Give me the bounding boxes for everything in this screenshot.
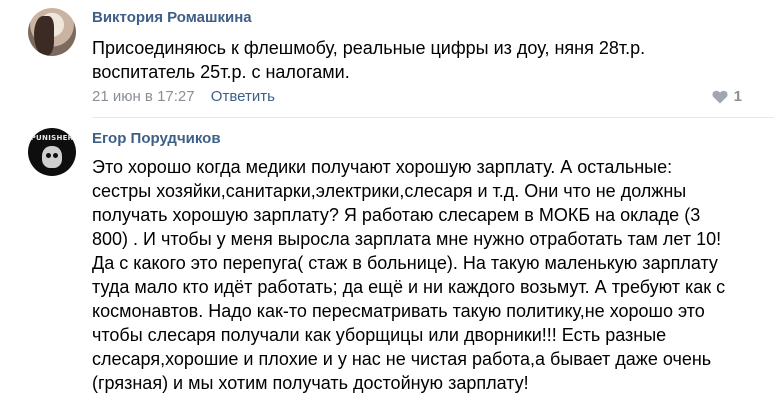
avatar[interactable]: PUNISHER (28, 128, 76, 176)
avatar-logo-text: PUNISHER (30, 134, 74, 142)
comment-date[interactable]: 21 июн в 17:27 (92, 88, 195, 105)
comment-author[interactable]: Виктория Ромашкина (92, 9, 252, 26)
heart-icon (712, 90, 728, 103)
avatar[interactable] (28, 8, 76, 56)
skull-icon (42, 146, 62, 168)
comment-text: Это хорошо когда медики получают хорошую… (92, 157, 726, 393)
comment-meta: 21 июн в 17:27 Ответить (92, 88, 275, 105)
like-count: 1 (733, 88, 742, 105)
reply-link[interactable]: Ответить (211, 88, 275, 105)
comment: Виктория Ромашкина Присоединяюсь к флешм… (0, 0, 774, 118)
comment-text: Присоединяюсь к флешмобу, реальные цифры… (92, 38, 646, 82)
like-button[interactable]: 1 (712, 88, 742, 105)
comment-author[interactable]: Егор Порудчиков (92, 130, 221, 147)
comment: PUNISHER Егор Порудчиков Это хорошо когд… (0, 118, 774, 404)
